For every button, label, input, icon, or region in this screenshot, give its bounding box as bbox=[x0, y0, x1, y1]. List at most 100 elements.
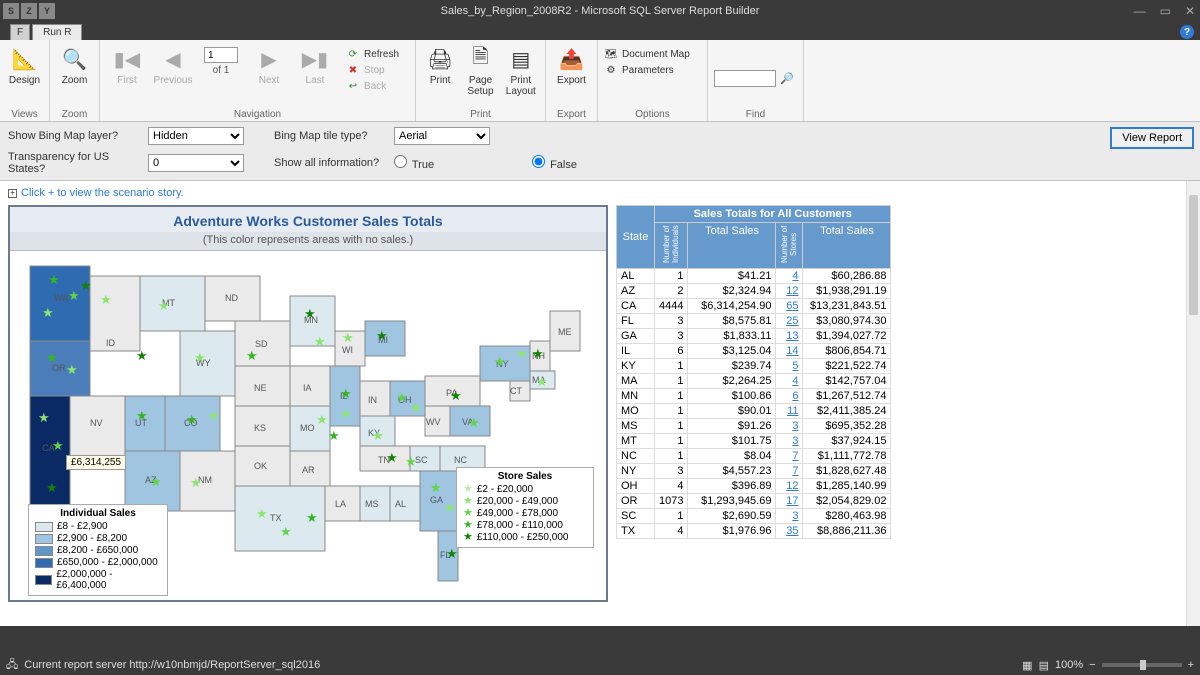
map-area[interactable]: WA OR CA ID NV UT AZ MT WY CO NM ND SD N… bbox=[10, 250, 606, 600]
scrollbar-vertical[interactable] bbox=[1186, 181, 1200, 626]
col-num-stores[interactable]: Number of Stores bbox=[776, 223, 803, 269]
maximize-icon[interactable]: ▭ bbox=[1160, 4, 1171, 18]
minimize-icon[interactable]: — bbox=[1134, 4, 1146, 18]
page-nav: of 1 bbox=[198, 43, 244, 76]
server-status-icon: 🖧 bbox=[6, 656, 18, 675]
svg-text:MS: MS bbox=[365, 499, 379, 509]
back-button[interactable]: ↩Back bbox=[346, 79, 399, 93]
table-row[interactable]: TX4$1,976.9635$8,886,211.36 bbox=[617, 524, 891, 539]
svg-text:AZ: AZ bbox=[145, 475, 157, 485]
svg-text:WY: WY bbox=[196, 358, 211, 368]
table-row[interactable]: AL1$41.214$60,286.88 bbox=[617, 269, 891, 284]
table-row[interactable]: MT1$101.753$37,924.15 bbox=[617, 434, 891, 449]
close-icon[interactable]: ✕ bbox=[1185, 4, 1195, 18]
svg-text:NM: NM bbox=[198, 475, 212, 485]
table-row[interactable]: MS1$91.263$695,352.28 bbox=[617, 419, 891, 434]
svg-text:SC: SC bbox=[415, 455, 428, 465]
table-row[interactable]: OH4$396.8912$1,285,140.99 bbox=[617, 479, 891, 494]
col-total-sales-2[interactable]: Total Sales bbox=[803, 223, 891, 269]
export-button[interactable]: 📤Export bbox=[552, 43, 591, 86]
table-row[interactable]: AZ2$2,324.9412$1,938,291.19 bbox=[617, 284, 891, 299]
map-panel: Adventure Works Customer Sales Totals (T… bbox=[8, 205, 608, 602]
table-row[interactable]: MO1$90.0111$2,411,385.24 bbox=[617, 404, 891, 419]
table-row[interactable]: NY3$4,557.237$1,828,627.48 bbox=[617, 464, 891, 479]
page-setup-button[interactable]: 🗎Page Setup bbox=[462, 43, 498, 97]
svg-text:GA: GA bbox=[430, 495, 443, 505]
refresh-button[interactable]: ⟳Refresh bbox=[346, 47, 399, 61]
parameters-button[interactable]: ⚙Parameters bbox=[604, 63, 690, 77]
transparency-select[interactable]: 0 bbox=[148, 154, 244, 172]
parameters-panel: Show Bing Map layer? Hidden Bing Map til… bbox=[0, 122, 1200, 181]
svg-text:VA: VA bbox=[462, 417, 473, 427]
svg-text:MO: MO bbox=[300, 423, 315, 433]
zoom-in-icon[interactable]: + bbox=[1188, 659, 1194, 671]
svg-text:OK: OK bbox=[254, 461, 267, 471]
svg-text:MT: MT bbox=[162, 298, 175, 308]
refresh-icon: ⟳ bbox=[346, 47, 360, 61]
col-group: Sales Totals for All Customers bbox=[655, 206, 891, 223]
titlebar: S Z Y Sales_by_Region_2008R2 - Microsoft… bbox=[0, 0, 1200, 22]
tab-run[interactable]: Run R bbox=[32, 24, 82, 40]
last-button[interactable]: ▶▮ Last bbox=[294, 43, 336, 86]
params-icon: ⚙ bbox=[604, 63, 618, 77]
window-title: Sales_by_Region_2008R2 - Microsoft SQL S… bbox=[441, 5, 760, 17]
svg-text:NC: NC bbox=[454, 455, 467, 465]
svg-text:CA: CA bbox=[42, 443, 55, 453]
find-input[interactable] bbox=[714, 70, 776, 87]
svg-text:ND: ND bbox=[225, 293, 238, 303]
table-row[interactable]: OR1073$1,293,945.6917$2,054,829.02 bbox=[617, 494, 891, 509]
table-row[interactable]: MA1$2,264.254$142,757.04 bbox=[617, 374, 891, 389]
layout-icon: ▤ bbox=[505, 43, 537, 75]
svg-text:NV: NV bbox=[90, 418, 103, 428]
table-row[interactable]: SC1$2,690.593$280,463.98 bbox=[617, 509, 891, 524]
svg-text:MN: MN bbox=[304, 315, 318, 325]
next-button[interactable]: ▶ Next bbox=[248, 43, 290, 86]
table-row[interactable]: KY1$239.745$221,522.74 bbox=[617, 359, 891, 374]
table-row[interactable]: NC1$8.047$1,111,772.78 bbox=[617, 449, 891, 464]
page-setup-icon: 🗎 bbox=[464, 43, 496, 75]
help-icon[interactable]: ? bbox=[1180, 25, 1194, 39]
show-layer-label: Show Bing Map layer? bbox=[8, 130, 138, 142]
map-tooltip: £6,314,255 bbox=[66, 455, 126, 470]
col-num-ind[interactable]: Number of Individuals bbox=[655, 223, 688, 269]
view-mode-icon2[interactable]: ▤ bbox=[1039, 659, 1049, 672]
show-layer-select[interactable]: Hidden bbox=[148, 127, 244, 145]
table-row[interactable]: MN1$100.866$1,267,512.74 bbox=[617, 389, 891, 404]
col-total-sales-1[interactable]: Total Sales bbox=[688, 223, 776, 269]
view-report-button[interactable]: View Report bbox=[1110, 127, 1194, 149]
svg-text:FL: FL bbox=[440, 550, 451, 560]
tile-type-select[interactable]: Aerial bbox=[394, 127, 490, 145]
zoom-out-icon[interactable]: − bbox=[1089, 659, 1095, 671]
view-mode-icon[interactable]: ▦ bbox=[1022, 659, 1032, 672]
zoom-slider[interactable] bbox=[1102, 663, 1182, 667]
find-icon[interactable]: 🔎 bbox=[780, 72, 794, 85]
show-all-label: Show all information? bbox=[274, 157, 384, 169]
ruler-pencil-icon: 📐 bbox=[9, 43, 41, 75]
expand-scenario[interactable]: + Click + to view the scenario story. bbox=[8, 187, 1192, 199]
print-button[interactable]: 🖨Print bbox=[422, 43, 458, 86]
first-page-icon: ▮◀ bbox=[111, 43, 143, 75]
table-row[interactable]: FL3$8,575.8125$3,080,974.30 bbox=[617, 314, 891, 329]
svg-text:CT: CT bbox=[510, 386, 522, 396]
tab-file[interactable]: F bbox=[10, 24, 30, 40]
print-layout-button[interactable]: ▤Print Layout bbox=[503, 43, 539, 97]
statusbar: 🖧 Current report server http://w10nbmjd/… bbox=[0, 655, 1200, 675]
radio-true[interactable]: True bbox=[394, 155, 524, 171]
docmap-button[interactable]: 🗺Document Map bbox=[604, 47, 690, 61]
table-row[interactable]: GA3$1,833.1113$1,394,027.72 bbox=[617, 329, 891, 344]
table-row[interactable]: CA4444$6,314,254.9065$13,231,843.51 bbox=[617, 299, 891, 314]
col-state[interactable]: State bbox=[617, 206, 655, 269]
plus-icon: + bbox=[8, 189, 17, 198]
design-button[interactable]: 📐 Design bbox=[6, 43, 43, 86]
stop-button[interactable]: ✖Stop bbox=[346, 63, 399, 77]
table-row[interactable]: IL6$3,125.0414$806,854.71 bbox=[617, 344, 891, 359]
previous-button[interactable]: ◀ Previous bbox=[152, 43, 194, 86]
zoom-button[interactable]: 🔍 Zoom bbox=[56, 43, 93, 86]
svg-text:KS: KS bbox=[254, 423, 266, 433]
page-input[interactable] bbox=[204, 47, 238, 63]
radio-false[interactable]: False bbox=[532, 155, 662, 171]
first-button[interactable]: ▮◀ First bbox=[106, 43, 148, 86]
svg-text:WA: WA bbox=[54, 293, 68, 303]
server-status: Current report server http://w10nbmjd/Re… bbox=[24, 659, 320, 671]
svg-text:PA: PA bbox=[446, 388, 457, 398]
